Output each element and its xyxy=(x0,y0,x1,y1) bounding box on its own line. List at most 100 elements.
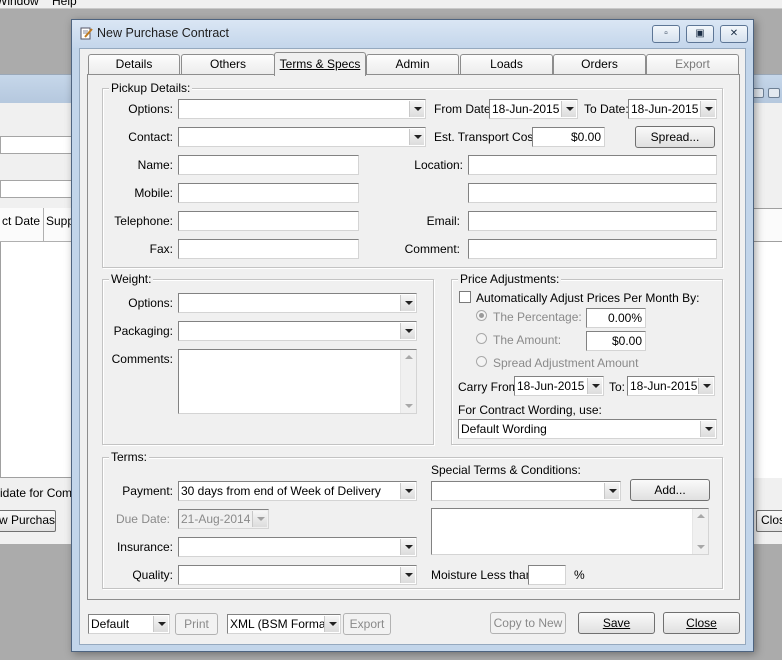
chevron-down-icon[interactable] xyxy=(400,483,415,499)
auto-adjust-checkbox[interactable] xyxy=(459,291,471,303)
email-field[interactable] xyxy=(468,211,717,231)
comment-field[interactable] xyxy=(468,239,717,259)
pickup-details-title: Pickup Details: xyxy=(109,81,193,95)
grid-header-supplier[interactable]: Supp xyxy=(44,208,72,242)
packaging-combo[interactable] xyxy=(178,321,417,341)
export-format-select[interactable]: XML (BSM Format) xyxy=(227,614,341,634)
wording-label: For Contract Wording, use: xyxy=(458,403,602,417)
amount-radio[interactable] xyxy=(476,333,487,344)
special-terms-label: Special Terms & Conditions: xyxy=(431,463,581,477)
pickup-name-label: Name: xyxy=(137,158,173,172)
transport-cost-field[interactable]: $0.00 xyxy=(532,127,605,147)
background-menubar: Window Help xyxy=(0,0,782,9)
weight-comments-label: Comments: xyxy=(111,352,173,366)
report-select[interactable]: Default xyxy=(88,614,170,634)
terms-title: Terms: xyxy=(109,450,149,464)
spread-adjustment-radio[interactable] xyxy=(476,356,487,367)
pickup-fax-label: Fax: xyxy=(149,242,173,256)
chevron-down-icon[interactable] xyxy=(400,567,415,583)
spread-button[interactable]: Spread... xyxy=(635,126,715,148)
wording-combo[interactable]: Default Wording xyxy=(458,419,717,439)
pickup-telephone-field[interactable] xyxy=(178,211,359,231)
pickup-options-combo[interactable] xyxy=(178,99,426,119)
from-date-label: From Date: xyxy=(434,102,495,116)
chevron-down-icon[interactable] xyxy=(400,323,415,339)
chevron-down-icon[interactable] xyxy=(400,539,415,555)
moisture-unit: % xyxy=(574,568,585,582)
menu-help[interactable]: Help xyxy=(52,0,77,8)
background-field[interactable] xyxy=(0,136,72,154)
carry-to-picker[interactable]: 18-Jun-2015 xyxy=(627,376,715,396)
background-new-purchase-button[interactable]: w Purchase xyxy=(0,510,56,532)
chevron-down-icon[interactable] xyxy=(252,511,267,527)
special-terms-textarea[interactable] xyxy=(431,508,709,555)
export-button[interactable]: Export xyxy=(343,613,391,635)
pickup-options-label: Options: xyxy=(128,102,173,116)
chevron-down-icon[interactable] xyxy=(561,101,576,117)
quality-combo[interactable] xyxy=(178,565,417,585)
pickup-mobile-field[interactable] xyxy=(178,183,359,203)
special-terms-combo[interactable] xyxy=(431,481,621,501)
copy-to-new-button[interactable]: Copy to New xyxy=(490,612,566,634)
pickup-fax-field[interactable] xyxy=(178,239,359,259)
carry-from-picker[interactable]: 18-Jun-2015 xyxy=(514,376,604,396)
close-button[interactable]: Close xyxy=(663,612,740,634)
close-icon[interactable]: ✕ xyxy=(720,25,748,43)
weight-comments-textarea[interactable] xyxy=(178,349,417,414)
save-button[interactable]: Save xyxy=(578,612,655,634)
amount-field[interactable]: $0.00 xyxy=(586,331,646,351)
from-date-picker[interactable]: 18-Jun-2015 xyxy=(489,99,578,119)
moisture-field[interactable] xyxy=(528,565,566,585)
pickup-name-field[interactable] xyxy=(178,155,359,175)
tab-details[interactable]: Details xyxy=(88,54,180,74)
chevron-down-icon[interactable] xyxy=(409,129,424,145)
location-field[interactable] xyxy=(468,155,717,175)
percentage-field[interactable]: 0.00% xyxy=(586,308,646,328)
pickup-contact-combo[interactable] xyxy=(178,127,426,147)
price-adjustments-title: Price Adjustments: xyxy=(458,272,562,286)
percentage-radio[interactable] xyxy=(476,310,487,321)
tab-orders[interactable]: Orders xyxy=(553,54,646,74)
background-grid[interactable] xyxy=(0,208,72,478)
tab-admin[interactable]: Admin xyxy=(366,54,459,74)
tab-loads[interactable]: Loads xyxy=(460,54,553,74)
chevron-down-icon[interactable] xyxy=(587,378,602,394)
amount-label: The Amount: xyxy=(493,333,562,347)
menu-window[interactable]: Window xyxy=(0,0,39,8)
chevron-down-icon[interactable] xyxy=(324,616,339,632)
chevron-down-icon[interactable] xyxy=(409,101,424,117)
weight-options-label: Options: xyxy=(128,296,173,310)
chevron-down-icon[interactable] xyxy=(700,421,715,437)
email-label: Email: xyxy=(426,214,460,228)
chevron-down-icon[interactable] xyxy=(153,616,168,632)
insurance-combo[interactable] xyxy=(178,537,417,557)
chevron-down-icon[interactable] xyxy=(698,378,713,394)
minimize-icon[interactable]: ▫ xyxy=(652,25,680,43)
to-date-picker[interactable]: 18-Jun-2015 xyxy=(628,99,717,119)
weight-options-combo[interactable] xyxy=(178,293,417,313)
pickup-contact-label: Contact: xyxy=(128,130,173,144)
grid-header-date[interactable]: ct Date xyxy=(0,208,44,242)
background-maximize-icon[interactable] xyxy=(768,88,780,98)
maximize-icon[interactable]: ▣ xyxy=(686,25,714,43)
textarea-scrollbar[interactable] xyxy=(400,350,416,413)
quality-label: Quality: xyxy=(132,568,173,582)
location-field-2[interactable] xyxy=(468,183,717,203)
chevron-down-icon[interactable] xyxy=(400,295,415,311)
tab-export[interactable]: Export xyxy=(646,54,739,74)
chevron-down-icon[interactable] xyxy=(604,483,619,499)
print-button[interactable]: Print xyxy=(175,613,218,635)
background-field[interactable] xyxy=(0,180,72,198)
tab-others[interactable]: Others xyxy=(181,54,275,74)
percentage-label: The Percentage: xyxy=(493,310,582,324)
textarea-scrollbar[interactable] xyxy=(692,509,708,554)
add-special-term-button[interactable]: Add... xyxy=(630,479,710,501)
due-date-picker[interactable]: 21-Aug-2014 xyxy=(178,509,269,529)
background-grid-header: ct Date Supp xyxy=(0,208,72,242)
background-close-button[interactable]: Clos xyxy=(756,510,782,532)
chevron-down-icon[interactable] xyxy=(700,101,715,117)
document-edit-icon xyxy=(80,27,93,40)
due-date-label: Due Date: xyxy=(115,512,170,526)
payment-combo[interactable]: 30 days from end of Week of Delivery xyxy=(178,481,417,501)
tab-terms-specs[interactable]: Terms & Specs xyxy=(274,52,366,76)
